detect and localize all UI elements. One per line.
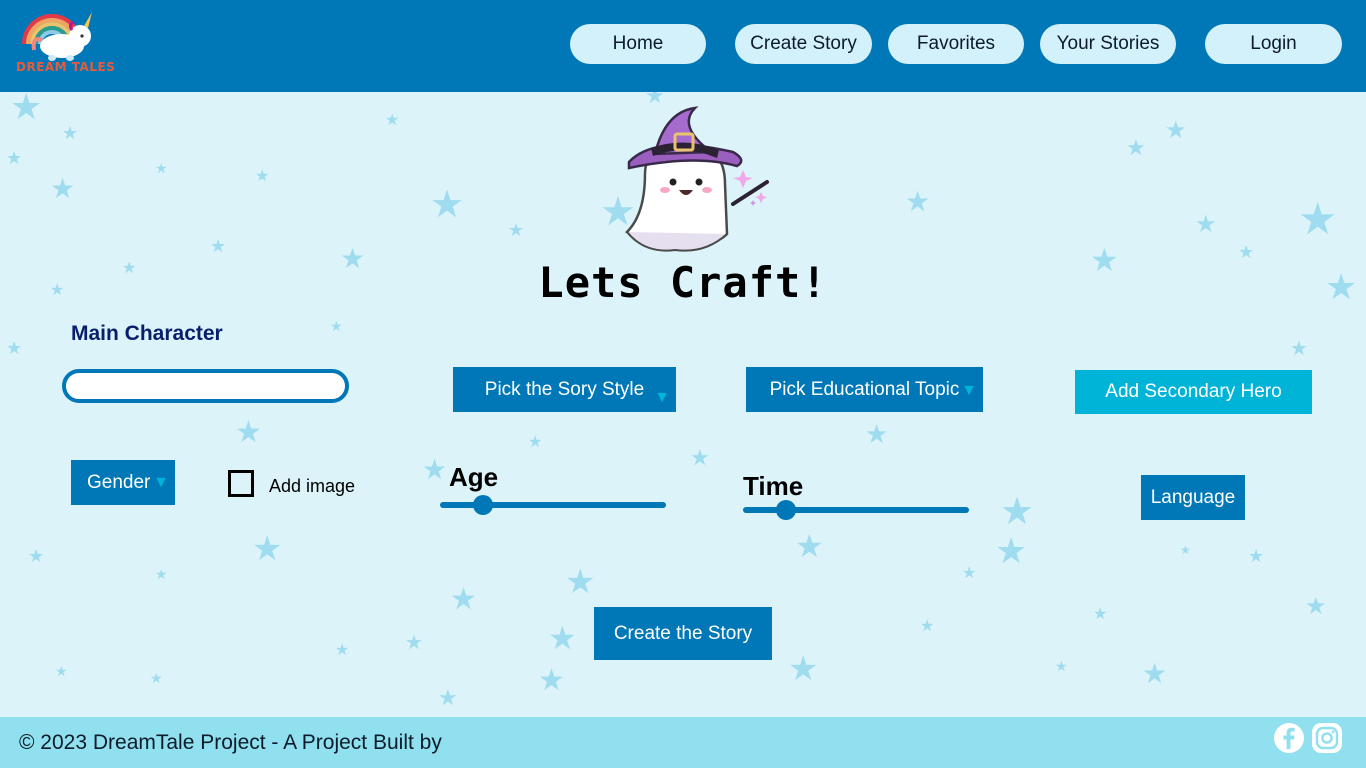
page-title: Lets Craft!: [538, 258, 828, 307]
time-slider-thumb[interactable]: [775, 500, 796, 520]
gender-label: Gender: [87, 471, 151, 493]
star-icon: ★: [508, 220, 525, 241]
star-icon: ★: [50, 172, 76, 205]
facebook-icon[interactable]: [1273, 722, 1305, 754]
star-icon: ★: [1000, 489, 1035, 533]
star-icon: ★: [1142, 657, 1168, 690]
age-slider-thumb[interactable]: [472, 495, 493, 515]
star-icon: ★: [28, 546, 45, 567]
star-icon: ★: [1298, 194, 1338, 245]
star-icon: ★: [1093, 604, 1108, 623]
star-icon: ★: [788, 649, 819, 689]
star-icon: ★: [55, 664, 68, 680]
star-icon: ★: [905, 185, 931, 218]
star-icon: ★: [795, 527, 824, 565]
star-icon: ★: [565, 562, 596, 602]
star-icon: ★: [255, 166, 270, 185]
main-character-input[interactable]: [62, 369, 349, 403]
story-style-dropdown[interactable]: Pick the Sory Style ▼: [453, 367, 676, 412]
star-icon: ★: [528, 432, 543, 451]
nav-login-button[interactable]: Login: [1205, 24, 1342, 64]
star-icon: ★: [335, 640, 350, 659]
star-icon: ★: [422, 453, 448, 486]
age-label: Age: [449, 462, 499, 492]
logo-text: DREAM TALES: [16, 60, 116, 74]
star-icon: ★: [1305, 592, 1327, 620]
star-icon: ★: [10, 87, 43, 128]
star-icon: ★: [438, 686, 458, 711]
star-icon: ★: [430, 182, 465, 226]
star-icon: ★: [538, 663, 565, 698]
main-character-label: Main Character: [71, 322, 223, 345]
create-story-button[interactable]: Create the Story: [594, 607, 772, 660]
star-icon: ★: [150, 671, 163, 687]
add-image-label: Add image: [269, 476, 356, 496]
chevron-down-icon: ▼: [153, 474, 169, 491]
star-icon: ★: [920, 616, 935, 635]
time-label: Time: [743, 471, 804, 501]
star-icon: ★: [450, 582, 477, 617]
star-icon: ★: [405, 630, 423, 654]
star-icon: ★: [995, 531, 1028, 572]
star-icon: ★: [1290, 336, 1308, 360]
educational-topic-dropdown[interactable]: Pick Educational Topic ▼: [746, 367, 983, 412]
star-icon: ★: [865, 420, 889, 450]
star-icon: ★: [385, 110, 400, 129]
nav-home-button[interactable]: Home: [570, 24, 706, 64]
star-icon: ★: [155, 567, 168, 583]
star-icon: ★: [210, 236, 227, 257]
star-icon: ★: [155, 161, 168, 177]
star-icon: ★: [690, 446, 710, 471]
top-navbar: DREAM TALES Home Create Story Favorites …: [0, 0, 1366, 92]
star-icon: ★: [235, 415, 262, 450]
star-icon: ★: [6, 148, 23, 169]
star-icon: ★: [330, 319, 343, 335]
star-icon: ★: [252, 529, 283, 569]
nav-favorites-button[interactable]: Favorites: [888, 24, 1024, 64]
star-icon: ★: [6, 338, 23, 359]
ghost-wizard-illustration: [615, 104, 780, 264]
nav-create-story-button[interactable]: Create Story: [735, 24, 872, 64]
chevron-down-icon: ▼: [654, 389, 670, 406]
footer: © 2023 DreamTale Project - A Project Bui…: [0, 717, 1366, 768]
instagram-icon[interactable]: [1311, 722, 1343, 754]
star-icon: ★: [962, 563, 977, 582]
nav-your-stories-button[interactable]: Your Stories: [1040, 24, 1176, 64]
star-icon: ★: [1165, 116, 1187, 144]
star-icon: ★: [1126, 136, 1146, 161]
language-button[interactable]: Language: [1141, 475, 1245, 520]
star-icon: ★: [1195, 210, 1217, 238]
star-icon: ★: [1180, 543, 1191, 557]
star-icon: ★: [62, 123, 79, 144]
add-secondary-hero-button[interactable]: Add Secondary Hero: [1075, 370, 1312, 414]
star-icon: ★: [1248, 546, 1265, 567]
gender-dropdown[interactable]: Gender ▼: [71, 460, 175, 505]
star-icon: ★: [1055, 659, 1068, 675]
ghost-wizard-icon: [625, 106, 769, 252]
chevron-down-icon: ▼: [961, 382, 977, 399]
story-style-label: Pick the Sory Style: [484, 378, 645, 400]
star-icon: ★: [548, 619, 577, 657]
add-image-checkbox[interactable]: [228, 470, 254, 497]
brand-logo[interactable]: DREAM TALES: [12, 6, 115, 84]
copyright-text: © 2023 DreamTale Project - A Project Bui…: [19, 731, 442, 754]
educational-topic-label: Pick Educational Topic: [769, 378, 960, 400]
unicorn-logo-icon: [22, 12, 92, 61]
